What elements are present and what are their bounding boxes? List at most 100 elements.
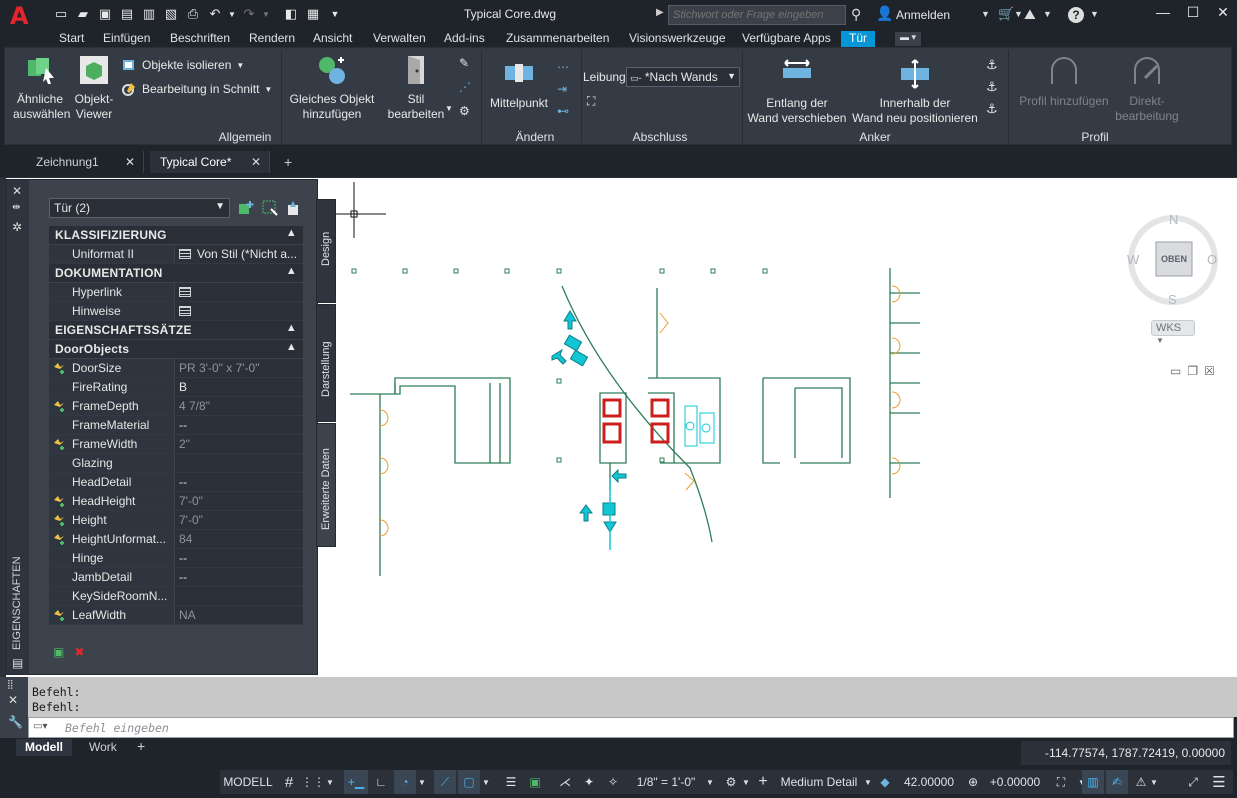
viewcube-top-face[interactable]: OBEN (1161, 254, 1187, 264)
command-customize-icon[interactable]: 🔧 (8, 715, 23, 729)
property-row[interactable]: DoorSize PR 3'-0" x 7'-0" (49, 359, 303, 378)
direct-edit-button[interactable]: Direkt- bearbeitung (1109, 56, 1185, 124)
search-expand-icon[interactable]: ▶ (656, 7, 664, 18)
workspace-icon[interactable]: ▦ (304, 5, 322, 23)
undo-icon[interactable]: ↶ (206, 5, 224, 23)
side-tab-design[interactable]: Design (316, 199, 336, 303)
elevation-icon[interactable]: ◆ (874, 770, 896, 794)
property-value[interactable] (174, 302, 303, 320)
isolate-dropdown-icon[interactable]: ▼ (236, 61, 244, 70)
table-icon[interactable] (179, 287, 191, 297)
signin-button[interactable]: Anmelden (896, 8, 950, 22)
workspace-switch-icon[interactable]: ⚙ (720, 770, 742, 794)
select-similar-button[interactable]: Ähnliche auswählen (13, 54, 70, 122)
cart-dropdown-icon[interactable]: ▼ (1014, 9, 1023, 19)
offset-icon[interactable]: ⊕ (962, 770, 984, 794)
clean-screen-icon[interactable]: ✍ (1106, 770, 1128, 794)
property-row[interactable]: HeadHeight 7'-0" (49, 492, 303, 511)
offset-value[interactable]: +0.00000 (984, 770, 1046, 794)
help-icon[interactable]: ? (1068, 7, 1084, 23)
tab-add-ins[interactable]: Add-ins (444, 31, 485, 45)
coordinate-readout[interactable]: -114.77574, 1787.72419, 0.00000 (1021, 741, 1231, 765)
object-viewer-button[interactable]: Objekt- Viewer (71, 54, 117, 122)
close-tab-icon[interactable]: ✕ (125, 155, 135, 169)
search-icon[interactable]: ⚲ (851, 6, 861, 23)
tab-einfuegen[interactable]: Einfügen (103, 31, 150, 45)
snap-dropdown-icon[interactable]: ▼ (326, 770, 334, 794)
palette-close-icon[interactable]: ✕ (12, 184, 22, 198)
ucs-menu[interactable]: WKS ▼ (1151, 320, 1195, 345)
undo-dropdown-icon[interactable]: ▼ (228, 5, 236, 23)
close-icon[interactable]: ✕ (1215, 4, 1231, 22)
side-tab-erweiterte-daten[interactable]: Erweiterte Daten (316, 423, 336, 547)
customization-menu-icon[interactable]: ☰ (1208, 770, 1230, 794)
palette-autohide-icon[interactable]: ⇹ (12, 202, 20, 213)
property-row[interactable]: Hinweise (49, 302, 303, 321)
property-value[interactable] (174, 283, 303, 301)
annotation-autoscale-icon[interactable]: ✧ (602, 770, 624, 794)
fullscreen-icon[interactable]: ⤢ (1182, 770, 1204, 794)
property-value[interactable]: B (174, 378, 303, 396)
edit-style-dropdown-icon[interactable]: ▼ (445, 104, 453, 113)
layout-tab-model[interactable]: Modell (16, 739, 72, 756)
jamb-tool-icon[interactable]: ⛶ (587, 94, 595, 109)
collapse-chevron-icon[interactable]: ▲ (286, 265, 297, 277)
collapse-chevron-icon[interactable]: ▲ (286, 227, 297, 239)
share-icon[interactable]: ◧ (282, 5, 300, 23)
property-value[interactable]: Von Stil (*Nicht a... (174, 245, 303, 263)
transparency-icon[interactable]: ▣ (524, 770, 546, 794)
grid-icon[interactable]: # (278, 770, 300, 794)
tab-zusammenarbeiten[interactable]: Zusammenarbeiten (506, 31, 609, 45)
property-row[interactable]: Height 7'-0" (49, 511, 303, 530)
compass-south[interactable]: S (1168, 292, 1177, 307)
tab-tuer[interactable]: Tür (841, 31, 875, 47)
command-close-icon[interactable]: ✕ (8, 693, 18, 707)
viewport-minimize-icon[interactable]: ▭ (1170, 364, 1181, 378)
autocad-logo-icon[interactable]: A (10, 4, 36, 28)
property-category[interactable]: DOKUMENTATION ▲ (49, 264, 303, 283)
side-tab-darstellung[interactable]: Darstellung (316, 304, 336, 422)
property-value[interactable]: -- (174, 416, 303, 434)
lineweight-icon[interactable]: ☰ (500, 770, 522, 794)
edit-section-dropdown-icon[interactable]: ▼ (264, 85, 272, 94)
add-to-selection-icon[interactable] (237, 199, 255, 217)
property-row[interactable]: Glazing (49, 454, 303, 473)
search-input[interactable] (668, 5, 846, 25)
selection-dropdown[interactable]: Tür (2) ▼ (49, 198, 230, 218)
close-tab-icon[interactable]: ✕ (251, 155, 261, 169)
anchor-release-icon[interactable]: ⚓ (986, 79, 998, 95)
property-category[interactable]: EIGENSCHAFTSSÄTZE ▲ (49, 321, 303, 340)
edit-in-section-button[interactable]: Bearbeitung in Schnitt ▼ (121, 81, 272, 97)
property-row[interactable]: JambDetail -- (49, 568, 303, 587)
print-icon[interactable]: ⎙ (184, 5, 202, 23)
property-row[interactable]: LeafWidth NA (49, 606, 303, 625)
property-row[interactable]: FireRating B (49, 378, 303, 397)
app-dropdown-icon[interactable]: ▼ (1043, 9, 1052, 19)
table-icon[interactable] (179, 306, 191, 316)
style-settings-icon[interactable]: ⚙ (459, 104, 470, 118)
select-objects-icon[interactable] (261, 199, 279, 217)
command-input[interactable]: Befehl eingeben (65, 721, 169, 735)
tab-beschriften[interactable]: Beschriften (170, 31, 230, 45)
quick-select-icon[interactable] (285, 199, 303, 217)
edit-style-button[interactable]: Stil bearbeiten (383, 54, 449, 122)
property-row[interactable]: HeightUnformat... 84 (49, 530, 303, 549)
match-properties-icon[interactable]: ✎ (459, 56, 469, 70)
property-row[interactable]: FrameWidth 2" (49, 435, 303, 454)
viewport-close-icon[interactable]: ☒ (1204, 364, 1215, 378)
annotation-visibility-icon[interactable]: ✦ (578, 770, 600, 794)
property-value[interactable]: 7'-0" (174, 511, 303, 529)
tab-rendern[interactable]: Rendern (249, 31, 295, 45)
autodesk-app-icon[interactable]: ⛰ (1024, 6, 1036, 23)
layout-tab-work[interactable]: Work (80, 739, 126, 756)
property-row[interactable]: Hinge -- (49, 549, 303, 568)
help-dropdown-icon[interactable]: ▼ (1090, 9, 1099, 19)
anchor-lock-icon[interactable]: ⚓ (986, 101, 998, 117)
property-value[interactable]: -- (174, 549, 303, 567)
property-value[interactable]: -- (174, 473, 303, 491)
cart-icon[interactable]: 🛒 (998, 6, 1014, 22)
property-row[interactable]: KeySideRoomN... (49, 587, 303, 606)
minimize-icon[interactable]: — (1155, 4, 1171, 22)
tab-verwalten[interactable]: Verwalten (373, 31, 426, 45)
publish-icon[interactable]: ▥ (140, 5, 158, 23)
